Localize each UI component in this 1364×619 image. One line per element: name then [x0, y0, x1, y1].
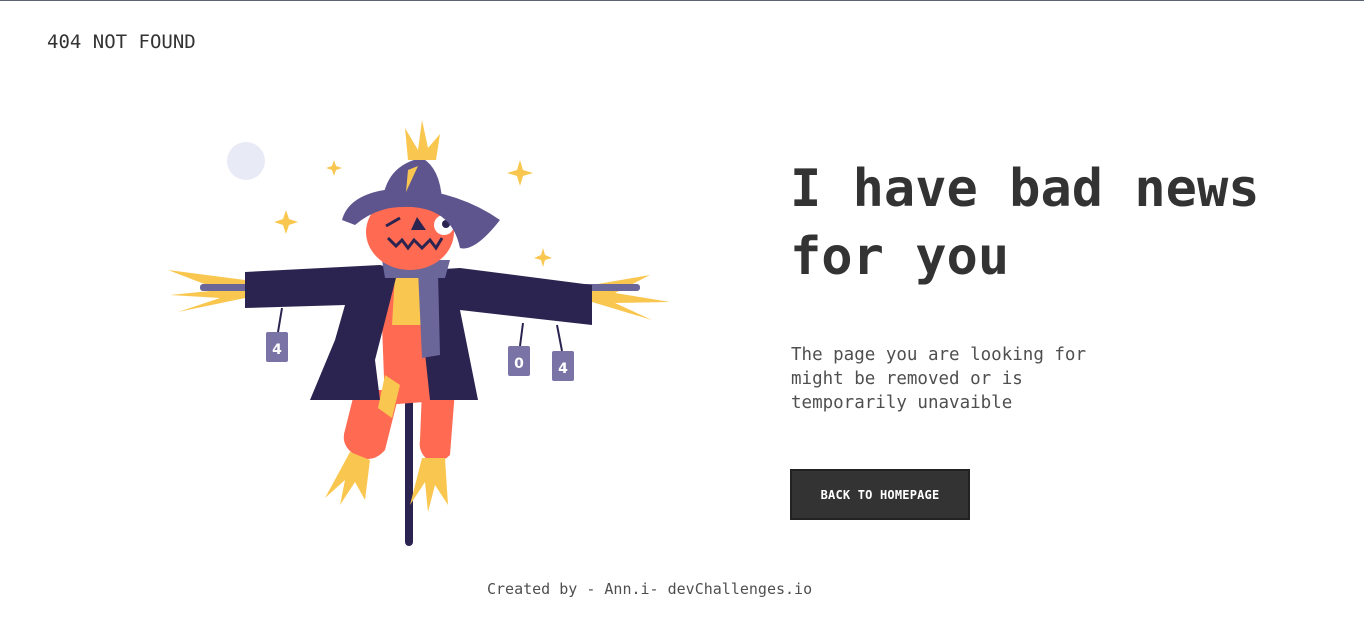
page-title: 404 NOT FOUND: [47, 31, 196, 53]
scarecrow-illustration: 4 0 4: [168, 120, 670, 546]
description: The page you are looking for might be re…: [791, 345, 1087, 413]
can-4-left: 4: [266, 332, 288, 362]
back-to-homepage-button[interactable]: BACK TO HOMEPAGE: [790, 469, 970, 520]
footer-credit: Created by - Ann.i- devChallenges.io: [487, 580, 813, 598]
top-border: [0, 0, 1364, 1]
headline: I have bad news for you: [790, 159, 1260, 287]
moon-icon: [227, 142, 265, 180]
can-label: 4: [558, 361, 568, 377]
straw-right: [592, 275, 670, 320]
can-label: 4: [272, 342, 282, 358]
can-label: 0: [514, 356, 524, 372]
can-4-right: 4: [552, 351, 574, 381]
can-0: 0: [508, 346, 530, 376]
